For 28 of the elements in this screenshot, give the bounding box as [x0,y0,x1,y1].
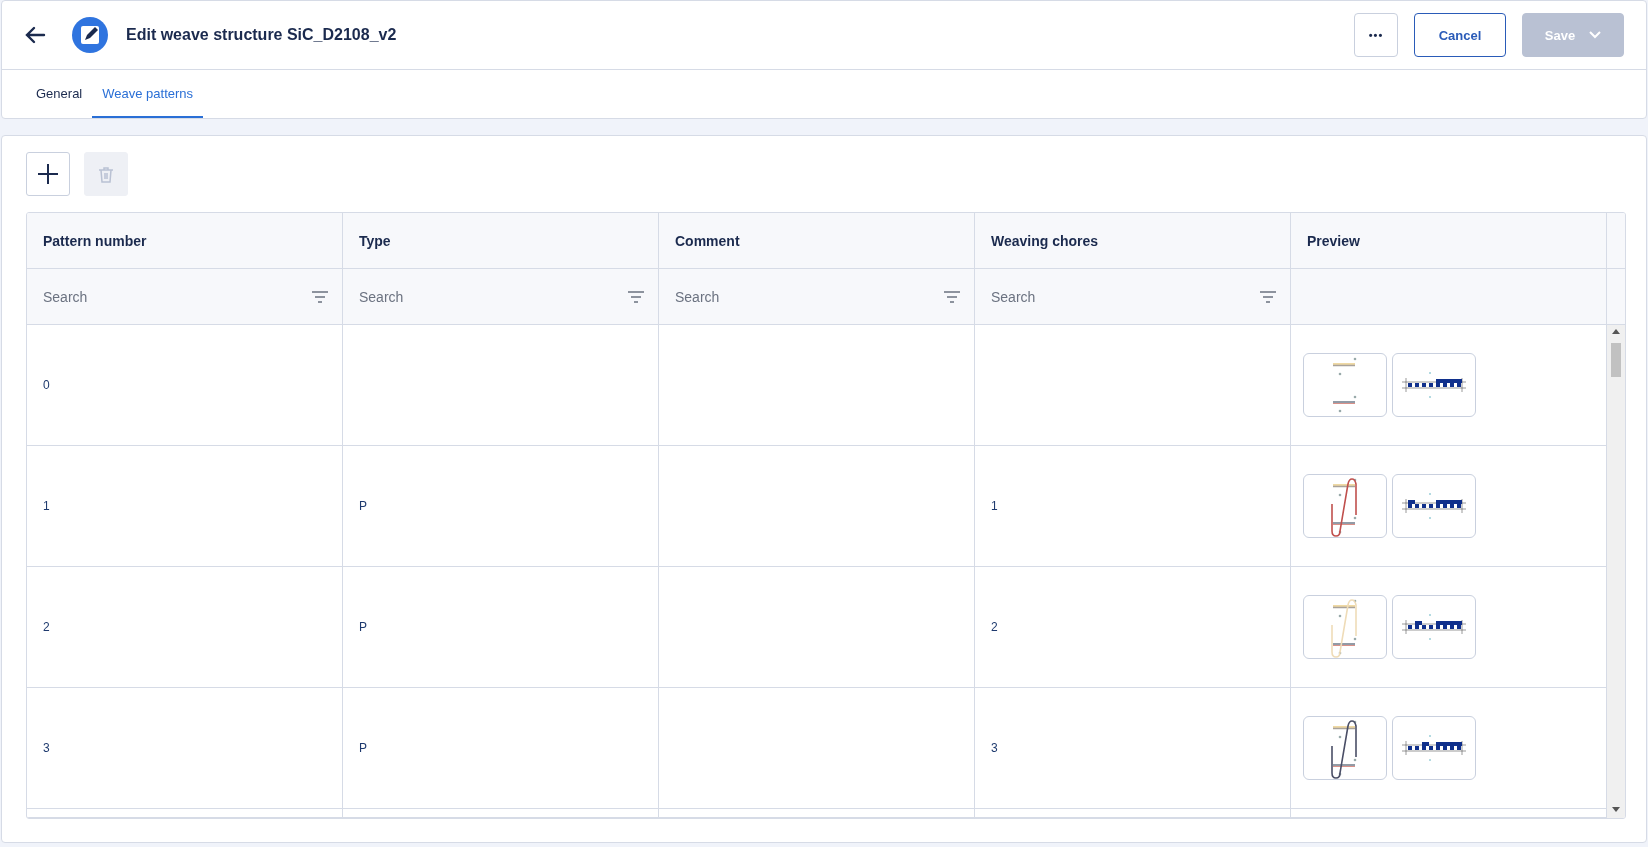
column-header: Preview [1291,213,1607,269]
table-cell: 2 [27,567,343,688]
search-input[interactable]: Search [357,287,628,306]
table-cell: P [343,567,659,688]
table-cell: 3 [975,688,1291,809]
table-cell: 1 [975,446,1291,567]
column-header: Weaving chores [975,213,1291,269]
page-title: Edit weave structure SiC_D2108_v2 [126,26,398,44]
table-cell: P [343,446,659,567]
search-field[interactable]: Search [659,269,975,325]
column-header: Comment [659,213,975,269]
tab[interactable]: Weave patterns [92,70,204,118]
search-field[interactable]: Search [343,269,659,325]
column-header: Type [343,213,659,269]
more-button[interactable]: ••• [1354,13,1398,57]
table-cell: P [343,688,659,809]
search-input[interactable]: Search [41,287,312,306]
table-cell: 2 [975,567,1291,688]
search-input[interactable]: Search [989,287,1260,306]
table-cell: 1 [27,446,343,567]
cancel-button[interactable]: Cancel [1414,13,1506,57]
search-field[interactable]: Search [975,269,1291,325]
search-field[interactable]: Search [27,269,343,325]
tab[interactable]: General [26,70,93,118]
search-input[interactable]: Search [673,287,944,306]
table-cell: 3 [27,688,343,809]
table-cell: 0 [27,325,343,446]
column-header: Pattern number [27,213,343,269]
